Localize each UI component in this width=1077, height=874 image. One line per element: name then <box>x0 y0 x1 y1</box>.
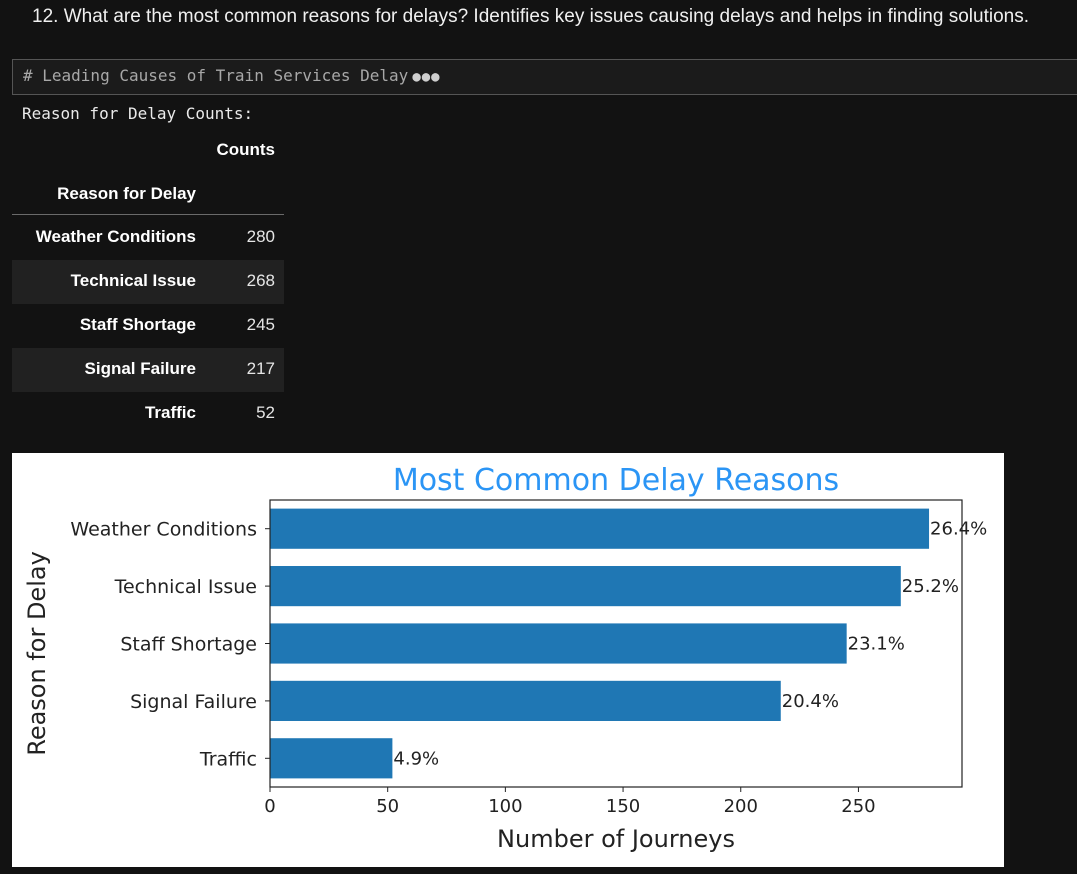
bar <box>270 738 393 779</box>
code-comment: # Leading Causes of Train Services Delay <box>23 66 409 85</box>
y-tick-label: Signal Failure <box>130 691 257 713</box>
row-value: 217 <box>246 359 275 378</box>
bar-chart: Most Common Delay Reasons 26.4% Weather Co… <box>23 463 987 853</box>
row-value: 280 <box>246 227 275 246</box>
dataframe-header: Counts Reason for Delay <box>12 128 284 216</box>
row-label: Staff Shortage <box>79 315 196 334</box>
row-label: Traffic <box>144 403 196 422</box>
x-tick-label: 0 <box>264 796 275 817</box>
row-label: Signal Failure <box>84 359 196 378</box>
x-tick-label: 200 <box>724 796 758 817</box>
dataframe-table: Counts Reason for Delay Weather Conditio… <box>12 128 284 436</box>
x-tick-label: 250 <box>841 796 875 817</box>
table-row: Weather Conditions 280 <box>12 216 284 260</box>
row-value: 52 <box>256 403 275 422</box>
y-axis-label: Reason for Delay <box>23 551 51 756</box>
y-tick-label: Weather Conditions <box>70 519 257 541</box>
y-tick-label: Traffic <box>199 748 257 770</box>
index-header: Reason for Delay <box>57 184 196 203</box>
table-row: Staff Shortage 245 <box>12 304 284 348</box>
data-label: 25.2% <box>902 576 959 597</box>
output-label: Reason for Delay Counts: <box>22 104 254 123</box>
bar <box>270 508 930 549</box>
y-tick-label: Staff Shortage <box>120 634 257 656</box>
table-row: Signal Failure 217 <box>12 348 284 392</box>
data-label: 4.9% <box>393 748 439 769</box>
x-tick-label: 150 <box>606 796 640 817</box>
table-row: Technical Issue 268 <box>12 260 284 304</box>
chart-output-image: Most Common Delay Reasons 26.4% Weather Co… <box>12 453 1004 867</box>
x-tick-label: 50 <box>376 796 399 817</box>
table-row: Traffic 52 <box>12 392 284 436</box>
bar <box>270 623 847 664</box>
data-label: 26.4% <box>930 519 987 540</box>
code-cell[interactable]: # Leading Causes of Train Services Delay… <box>12 59 1077 95</box>
chart-title: Most Common Delay Reasons <box>393 463 839 498</box>
y-tick-label: Technical Issue <box>114 576 257 598</box>
more-options-icon[interactable]: ●●● <box>412 69 440 85</box>
row-value: 245 <box>246 315 275 334</box>
data-label: 23.1% <box>848 634 905 655</box>
bar <box>270 680 781 721</box>
question-heading: 12. What are the most common reasons for… <box>32 6 1029 27</box>
row-label: Weather Conditions <box>35 227 196 246</box>
column-header-counts: Counts <box>216 140 275 159</box>
x-axis-label: Number of Journeys <box>497 825 735 853</box>
bar <box>270 566 901 607</box>
row-label: Technical Issue <box>70 271 196 290</box>
row-value: 268 <box>246 271 275 290</box>
header-divider <box>12 214 284 215</box>
data-label: 20.4% <box>782 691 839 712</box>
x-tick-label: 100 <box>488 796 522 817</box>
